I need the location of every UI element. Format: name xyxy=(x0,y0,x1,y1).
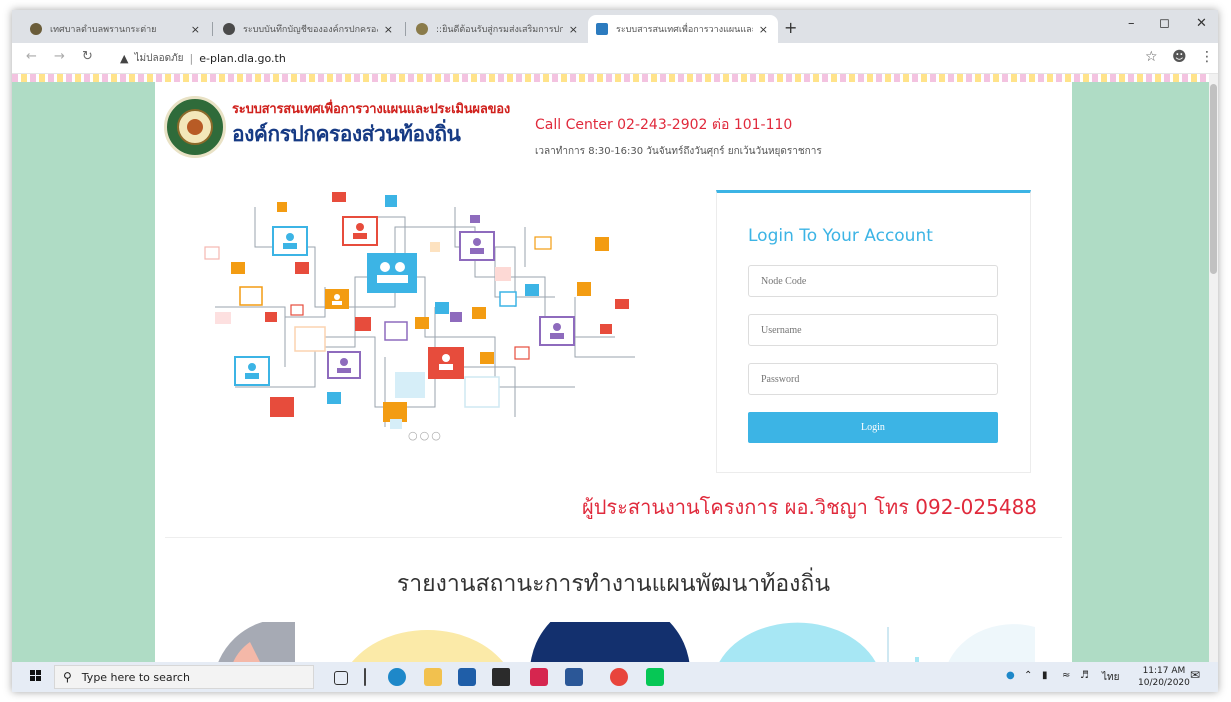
menu-icon[interactable]: ⋮ xyxy=(1200,49,1214,65)
search-icon: ⚲ xyxy=(63,670,72,684)
report-heading: รายงานสถานะการทำงานแผนพัฒนาท้องถิ่น xyxy=(396,571,831,597)
taskbar-divider xyxy=(364,668,366,686)
globe-icon xyxy=(223,23,235,35)
back-icon[interactable]: ← xyxy=(26,49,37,64)
call-center: Call Center 02-243-2902 ต่อ 101-110 xyxy=(535,117,793,133)
bookmark-star-icon[interactable]: ☆ xyxy=(1145,49,1158,65)
clock-time: 11:17 AM xyxy=(1142,666,1186,676)
section-divider xyxy=(165,537,1062,538)
reload-icon[interactable]: ↻ xyxy=(82,49,93,64)
carousel-dots[interactable]: ○○○ xyxy=(408,429,443,442)
clock-date: 10/20/2020 xyxy=(1138,678,1190,688)
tab-divider xyxy=(212,22,213,36)
search-placeholder: Type here to search xyxy=(81,670,190,684)
windows-start-icon[interactable] xyxy=(30,670,42,682)
profile-icon[interactable]: ☻ xyxy=(1172,49,1187,65)
tab-title: ระบบสารสนเทศเพื่อการวางแผนและประเมินผล xyxy=(616,25,753,35)
task-view-icon[interactable] xyxy=(334,671,348,685)
windows-taskbar: ⚲ Type here to search ● ⌃ ▮ ≈ ♬ ไทย 11:1… xyxy=(12,662,1218,692)
url-text: e-plan.dla.go.th xyxy=(199,51,286,65)
address-bar[interactable]: ▲ ไม่ปลอดภัย | e-plan.dla.go.th xyxy=(120,48,1130,68)
username-input[interactable] xyxy=(748,314,998,346)
notifications-icon[interactable]: ✉ xyxy=(1190,668,1200,682)
volume-icon[interactable]: ♬ xyxy=(1080,670,1089,681)
login-title: Login To Your Account xyxy=(748,226,933,246)
tab-title: เทศบาลตำบลพรานกระต่าย xyxy=(50,25,157,35)
decorative-pattern-band xyxy=(12,74,1218,82)
close-tab-icon[interactable]: × xyxy=(759,23,768,36)
system-name: ระบบสารสนเทศเพื่อการวางแผนและประเมินผลขอ… xyxy=(232,102,511,117)
tab-strip: เทศบาลตำบลพรานกระต่าย × ระบบบันทึกบัญชีข… xyxy=(12,10,1218,43)
browser-toolbar: ← → ↻ ▲ ไม่ปลอดภัย | e-plan.dla.go.th ☆ … xyxy=(12,43,1218,74)
page-scrollbar[interactable] xyxy=(1209,74,1218,662)
tab-title: ระบบบันทึกบัญชีขององค์กรปกครองส่วนท้องถิ… xyxy=(243,25,378,35)
tab-1[interactable]: เทศบาลตำบลพรานกระต่าย × xyxy=(22,15,210,43)
help-icon[interactable]: ● xyxy=(1006,670,1015,681)
close-tab-icon[interactable]: × xyxy=(569,23,578,36)
logo-core xyxy=(187,119,203,135)
forward-icon[interactable]: → xyxy=(54,49,65,64)
dla-logo xyxy=(164,96,226,158)
tab-divider xyxy=(405,22,406,36)
page-content: ระบบสารสนเทศเพื่อการวางแผนและประเมินผลขอ… xyxy=(155,82,1072,662)
close-tab-icon[interactable]: × xyxy=(191,23,200,36)
chrome-icon[interactable] xyxy=(610,668,628,686)
site-favicon-icon xyxy=(30,23,42,35)
browser-window: เทศบาลตำบลพรานกระต่าย × ระบบบันทึกบัญชีข… xyxy=(12,10,1218,692)
login-button[interactable]: Login xyxy=(748,412,998,443)
system-clock[interactable]: 11:17 AM 10/20/2020 xyxy=(1138,665,1190,689)
tab-3[interactable]: ::ยินดีต้อนรับสู่กรมส่งเสริมการปกครองท้อ… xyxy=(408,15,588,43)
page-viewport: ระบบสารสนเทศเพื่อการวางแผนและประเมินผลขอ… xyxy=(12,74,1218,662)
file-explorer-icon[interactable] xyxy=(424,668,442,686)
scrollbar-thumb[interactable] xyxy=(1210,84,1217,274)
warning-icon: ▲ xyxy=(120,51,129,65)
tab-title: ::ยินดีต้อนรับสู่กรมส่งเสริมการปกครองท้อ… xyxy=(436,25,563,35)
coordinator-contact: ผู้ประสานงานโครงการ ผอ.วิชญา โทร 092-025… xyxy=(582,495,1038,519)
org-name: องค์กรปกครองส่วนท้องถิ่น xyxy=(232,122,461,146)
tab-4-active[interactable]: ระบบสารสนเทศเพื่อการวางแผนและประเมินผล × xyxy=(588,15,778,43)
chevron-up-icon[interactable]: ⌃ xyxy=(1024,670,1032,681)
new-tab-button[interactable]: + xyxy=(784,18,797,37)
maximize-icon[interactable]: ◻ xyxy=(1159,16,1170,31)
wifi-icon[interactable]: ≈ xyxy=(1062,670,1070,681)
app-s-icon[interactable] xyxy=(530,668,548,686)
close-tab-icon[interactable]: × xyxy=(384,23,393,36)
mail-icon[interactable] xyxy=(458,668,476,686)
password-input[interactable] xyxy=(748,363,998,395)
site-favicon-icon xyxy=(416,23,428,35)
language-indicator[interactable]: ไทย xyxy=(1102,670,1119,685)
word-icon[interactable] xyxy=(565,668,583,686)
close-window-icon[interactable]: ✕ xyxy=(1196,16,1207,31)
office-hours: เวลาทำการ 8:30-16:30 วันจันทร์ถึงวันศุกร… xyxy=(535,146,822,157)
battery-icon[interactable]: ▮ xyxy=(1042,670,1048,681)
dashboard-gauges xyxy=(218,622,1035,662)
network-illustration xyxy=(204,192,635,429)
login-card: Login To Your Account Login xyxy=(716,190,1031,473)
line-icon[interactable] xyxy=(646,668,664,686)
taskbar-search[interactable]: ⚲ Type here to search xyxy=(54,665,314,689)
insecure-label: ไม่ปลอดภัย xyxy=(134,52,184,64)
node-code-input[interactable] xyxy=(748,265,998,297)
tab-2[interactable]: ระบบบันทึกบัญชีขององค์กรปกครองส่วนท้องถิ… xyxy=(215,15,403,43)
site-favicon-icon xyxy=(596,23,608,35)
edge-icon[interactable] xyxy=(388,668,406,686)
minimize-icon[interactable]: – xyxy=(1128,16,1135,31)
dropbox-icon[interactable] xyxy=(492,668,510,686)
address-divider: | xyxy=(189,51,194,65)
logo-emblem xyxy=(177,109,213,145)
